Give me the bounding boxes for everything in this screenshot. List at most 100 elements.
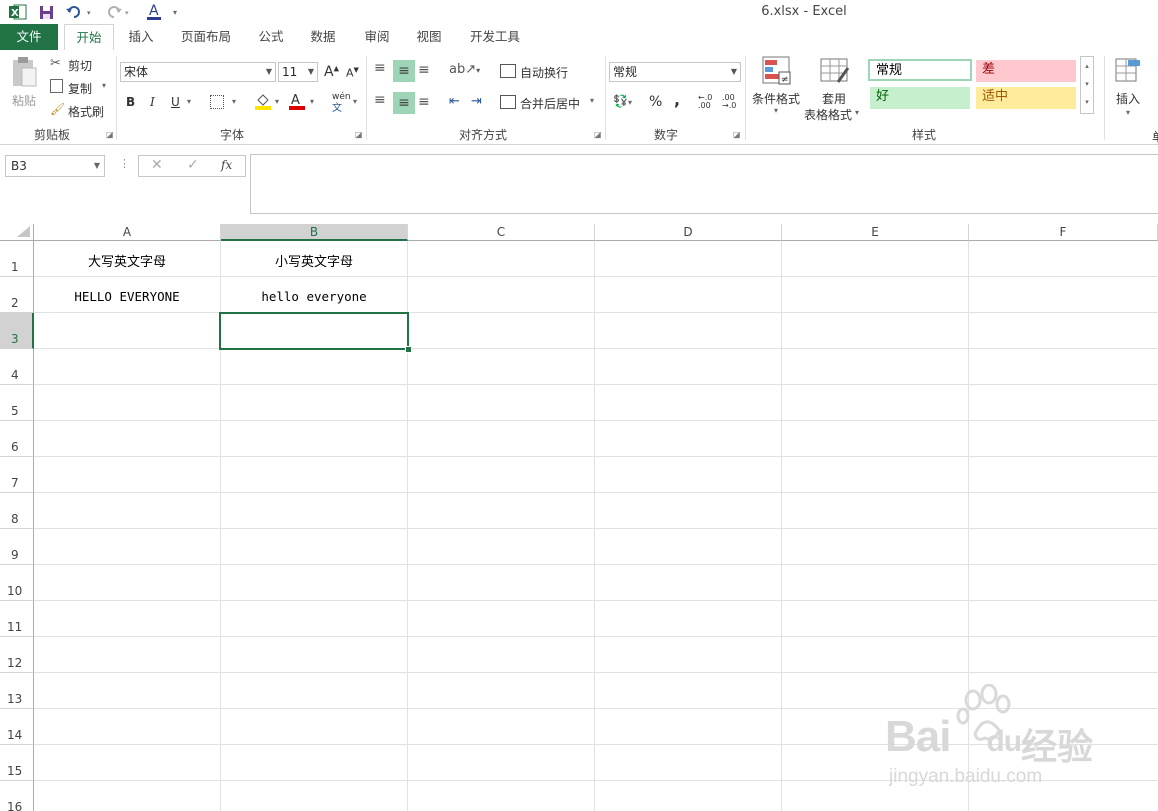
row-header-11[interactable]: 11 <box>0 601 34 637</box>
tab-file[interactable]: 文件 <box>0 24 58 50</box>
borders-icon[interactable] <box>210 95 224 109</box>
row-header-1[interactable]: 1 <box>0 241 34 277</box>
style-normal[interactable]: 常规 <box>868 59 972 81</box>
chevron-down-icon[interactable]: ▾ <box>353 97 357 106</box>
align-right-icon[interactable]: ≡ <box>418 94 430 110</box>
cancel-icon[interactable]: ✕ <box>151 157 163 173</box>
row-header-15[interactable]: 15 <box>0 745 34 781</box>
row-header-4[interactable]: 4 <box>0 349 34 385</box>
chevron-down-icon[interactable]: ▾ <box>275 97 279 106</box>
decrease-decimal-icon[interactable]: .00 →.0 <box>722 94 736 110</box>
cell-b2[interactable]: hello everyone <box>221 289 407 304</box>
chevron-down-icon[interactable]: ▾ <box>232 97 236 106</box>
align-left-icon[interactable]: ≡ <box>374 92 386 108</box>
formula-input[interactable] <box>250 154 1158 214</box>
style-bad[interactable]: 差 <box>976 60 1076 82</box>
copy-button[interactable]: 复制 ▾ <box>50 79 110 97</box>
merge-center-button[interactable]: 合并后居中 ▾ <box>500 94 600 112</box>
insert-cells-button[interactable]: 插入 ▾ <box>1110 56 1146 126</box>
tab-formulas[interactable]: 公式 <box>250 24 292 50</box>
tab-home[interactable]: 开始 <box>64 24 114 51</box>
increase-indent-icon[interactable]: ⇥ <box>471 94 482 109</box>
shrink-font-icon[interactable]: A▼ <box>346 66 359 80</box>
cut-button[interactable]: ✂ 剪切 <box>50 56 100 74</box>
font-launcher-icon[interactable]: ◪ <box>355 130 363 139</box>
cell-b1[interactable]: 小写英文字母 <box>221 251 407 270</box>
conditional-format-button[interactable]: ≠ 条件格式 ▾ <box>750 56 802 126</box>
align-center-icon[interactable]: ≡ <box>393 92 415 114</box>
bold-button[interactable]: B <box>126 95 135 109</box>
font-size-select[interactable]: 11 ▼ <box>278 62 318 82</box>
chevron-down-icon[interactable]: ▾ <box>310 97 314 106</box>
tab-insert[interactable]: 插入 <box>118 24 164 50</box>
row-header-9[interactable]: 9 <box>0 529 34 565</box>
column-header-c[interactable]: C <box>408 224 595 241</box>
row-header-2[interactable]: 2 <box>0 277 34 313</box>
grow-font-icon[interactable]: A▲ <box>324 64 339 80</box>
chevron-down-icon: ▼ <box>730 67 737 76</box>
row-header-7[interactable]: 7 <box>0 457 34 493</box>
comma-button[interactable]: , <box>674 90 680 109</box>
column-header-d[interactable]: D <box>595 224 782 241</box>
row-header-5[interactable]: 5 <box>0 385 34 421</box>
format-as-table-button[interactable]: 套用 表格格式 ▾ <box>804 56 864 126</box>
format-as-table-label-1: 套用 <box>822 92 847 106</box>
active-cell-selection[interactable] <box>219 312 409 350</box>
row-header-8[interactable]: 8 <box>0 493 34 529</box>
chevron-down-icon: ▾ <box>590 96 595 105</box>
increase-decimal-icon[interactable]: ←.0.00 <box>698 94 712 110</box>
font-color-icon[interactable]: A <box>288 92 306 113</box>
tab-view[interactable]: 视图 <box>408 24 450 50</box>
fill-color-icon[interactable] <box>254 92 274 113</box>
tab-data[interactable]: 数据 <box>302 24 344 50</box>
italic-button[interactable]: I <box>150 95 155 109</box>
percent-button[interactable]: % <box>649 94 662 110</box>
paste-button[interactable]: 粘贴 <box>8 56 42 116</box>
cell-a1[interactable]: 大写英文字母 <box>34 251 220 270</box>
format-painter-button[interactable]: 🖌 格式刷 <box>50 102 110 120</box>
insert-function-icon[interactable]: fx <box>221 158 232 172</box>
copy-label: 复制 <box>68 82 93 96</box>
column-header-e[interactable]: E <box>782 224 969 241</box>
style-neutral[interactable]: 适中 <box>976 87 1076 109</box>
phonetic-guide-icon[interactable]: wén 文 <box>332 92 351 114</box>
worksheet-grid: A B C D E F 1 2 3 4 5 6 7 8 9 10 11 12 1… <box>0 224 1158 811</box>
name-box[interactable]: B3 ▼ <box>5 155 105 177</box>
fill-handle[interactable] <box>405 346 412 353</box>
wrap-text-button[interactable]: 自动换行 <box>500 63 590 81</box>
row-header-3[interactable]: 3 <box>0 313 34 349</box>
number-launcher-icon[interactable]: ◪ <box>733 130 741 139</box>
gallery-scroll[interactable]: ▴ ▾ ▾ <box>1080 56 1094 114</box>
align-middle-icon[interactable]: ≡ <box>393 60 415 82</box>
decrease-indent-icon[interactable]: ⇤ <box>449 94 460 109</box>
style-good[interactable]: 好 <box>870 87 970 109</box>
clipboard-launcher-icon[interactable]: ◪ <box>106 130 114 139</box>
number-format-select[interactable]: 常规 ▼ <box>609 62 741 82</box>
row-header-16[interactable]: 16 <box>0 781 34 811</box>
column-header-f[interactable]: F <box>969 224 1158 241</box>
row-header-14[interactable]: 14 <box>0 709 34 745</box>
row-header-12[interactable]: 12 <box>0 637 34 673</box>
font-name-select[interactable]: 宋体 ▼ <box>120 62 276 82</box>
tab-page-layout[interactable]: 页面布局 <box>170 24 242 50</box>
enter-icon[interactable]: ✓ <box>187 157 199 173</box>
row-header-13[interactable]: 13 <box>0 673 34 709</box>
tab-developer[interactable]: 开发工具 <box>460 24 530 50</box>
column-header-b[interactable]: B <box>221 224 408 241</box>
orientation-icon[interactable]: ab↗▾ <box>449 62 480 77</box>
group-label-clipboard: 剪贴板 <box>33 128 70 142</box>
cell-a2[interactable]: HELLO EVERYONE <box>34 289 220 304</box>
row-header-10[interactable]: 10 <box>0 565 34 601</box>
tab-review[interactable]: 审阅 <box>356 24 398 50</box>
conditional-format-icon: ≠ <box>762 56 791 85</box>
chevron-down-icon[interactable]: ▾ <box>187 97 191 106</box>
column-header-a[interactable]: A <box>34 224 221 241</box>
accounting-format-icon[interactable]: 💱▾ <box>613 94 632 108</box>
align-bottom-icon[interactable]: ≡ <box>418 62 430 78</box>
underline-button[interactable]: U <box>171 95 180 109</box>
alignment-launcher-icon[interactable]: ◪ <box>594 130 602 139</box>
style-neutral-prefix: 适 <box>982 89 996 104</box>
align-top-icon[interactable]: ≡ <box>374 60 386 76</box>
select-all-button[interactable] <box>0 224 34 241</box>
row-header-6[interactable]: 6 <box>0 421 34 457</box>
